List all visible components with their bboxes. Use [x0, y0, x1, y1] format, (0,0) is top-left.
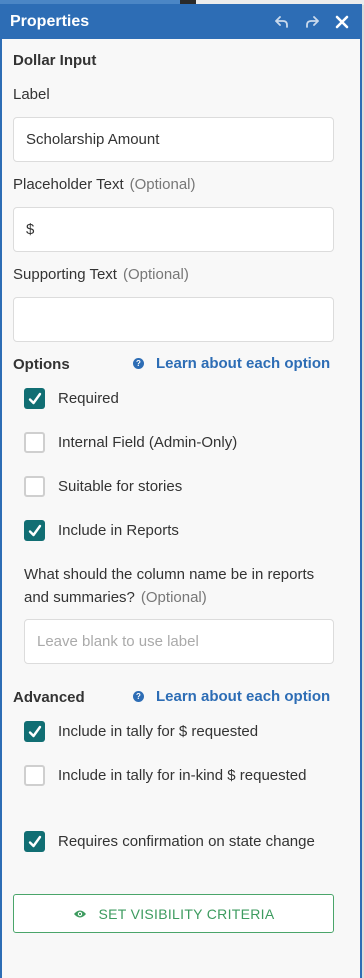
panel-header: Properties	[2, 4, 360, 39]
tally-inkind-label: Include in tally for in-kind $ requested	[58, 767, 307, 784]
option-requires-confirmation[interactable]: Requires confirmation on state change	[24, 831, 324, 853]
placeholder-optional: (Optional)	[129, 176, 196, 193]
tally-inkind-checkbox[interactable]	[24, 765, 45, 786]
option-required[interactable]: Required	[24, 388, 119, 410]
check-icon	[28, 392, 41, 404]
option-tally-inkind[interactable]: Include in tally for in-kind $ requested	[24, 765, 324, 787]
panel-title: Properties	[10, 12, 90, 30]
supporting-field-label: Supporting Text (Optional)	[13, 266, 189, 283]
placeholder-input-value: $	[26, 221, 35, 238]
option-tally-requested[interactable]: Include in tally for $ requested	[24, 721, 258, 743]
reports-checkbox[interactable]	[24, 520, 45, 541]
stories-checkbox[interactable]	[24, 476, 45, 497]
label-input-value: Scholarship Amount	[26, 131, 160, 148]
help-icon: ?	[133, 358, 144, 369]
eye-icon	[73, 909, 87, 919]
set-visibility-button[interactable]: SET VISIBILITY CRITERIA	[13, 894, 334, 933]
stories-label: Suitable for stories	[58, 478, 183, 495]
column-name-input[interactable]: Leave blank to use label	[24, 619, 334, 664]
requires-confirmation-label: Requires confirmation on state change	[58, 833, 315, 850]
advanced-title: Advanced	[13, 689, 85, 706]
check-icon	[28, 524, 41, 536]
tally-requested-checkbox[interactable]	[24, 721, 45, 742]
column-name-placeholder: Leave blank to use label	[37, 633, 199, 650]
undo-icon[interactable]	[270, 10, 294, 34]
tally-requested-label: Include in tally for $ requested	[58, 723, 259, 740]
advanced-learn-text: Learn about each option	[156, 688, 331, 705]
set-visibility-label: SET VISIBILITY CRITERIA	[98, 905, 275, 922]
required-checkbox[interactable]	[24, 388, 45, 409]
internal-checkbox[interactable]	[24, 432, 45, 453]
supporting-label-text: Supporting Text	[13, 266, 117, 283]
supporting-optional: (Optional)	[122, 266, 189, 283]
redo-icon[interactable]	[300, 10, 324, 34]
close-icon[interactable]	[330, 10, 354, 34]
option-internal[interactable]: Internal Field (Admin-Only)	[24, 432, 237, 454]
supporting-input[interactable]	[13, 297, 334, 342]
reports-label: Include in Reports	[58, 522, 179, 539]
option-stories[interactable]: Suitable for stories	[24, 476, 182, 498]
label-input[interactable]: Scholarship Amount	[13, 117, 334, 162]
options-learn-link[interactable]: ? Learn about each option	[133, 355, 330, 372]
internal-label: Internal Field (Admin-Only)	[58, 434, 238, 451]
options-learn-text: Learn about each option	[156, 355, 331, 372]
advanced-learn-link[interactable]: ? Learn about each option	[133, 688, 330, 705]
placeholder-label-text: Placeholder Text	[13, 176, 124, 193]
column-name-question: What should the column name be in report…	[24, 563, 324, 609]
placeholder-field-label: Placeholder Text (Optional)	[13, 176, 195, 193]
check-icon	[28, 725, 41, 737]
column-optional: (Optional)	[140, 589, 207, 606]
option-reports[interactable]: Include in Reports	[24, 520, 179, 542]
required-label: Required	[58, 390, 119, 407]
placeholder-input[interactable]: $	[13, 207, 334, 252]
help-icon: ?	[133, 691, 144, 702]
check-icon	[28, 835, 41, 847]
options-title: Options	[13, 356, 70, 373]
field-type-title: Dollar Input	[13, 52, 97, 69]
label-field-label: Label	[13, 86, 50, 103]
requires-confirmation-checkbox[interactable]	[24, 831, 45, 852]
